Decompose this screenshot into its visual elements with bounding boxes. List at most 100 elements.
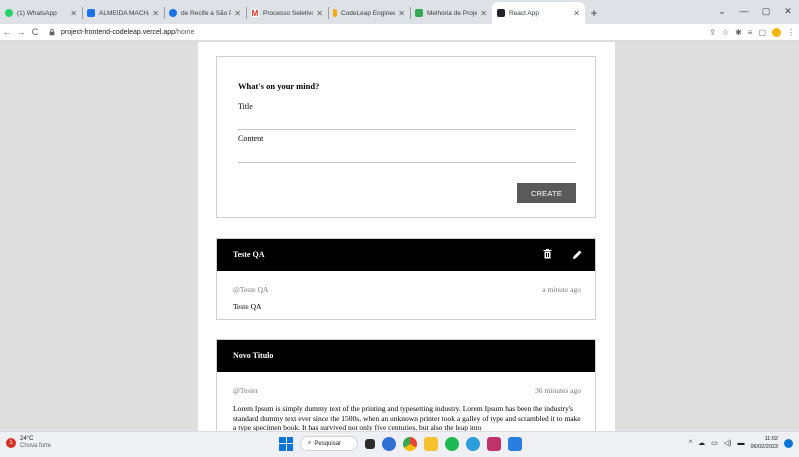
window-controls: ⌄ — ▢ ✕	[711, 0, 799, 22]
close-icon[interactable]: ✕	[480, 9, 487, 18]
tab-whatsapp[interactable]: (1) WhatsApp ✕	[0, 2, 82, 24]
tab-search-icon[interactable]: ⌄	[711, 6, 733, 17]
toolbar-icons: ⇪ ☆ ✱ ≡ ▢ ⋮	[709, 24, 795, 41]
tab-title: Processo Seletivo Co	[263, 9, 314, 17]
gmail-icon: M	[251, 8, 259, 18]
content-label: Content	[238, 134, 264, 143]
content-input[interactable]	[238, 162, 576, 163]
close-icon[interactable]: ✕	[234, 9, 241, 18]
new-tab-button[interactable]: +	[585, 2, 603, 24]
clock-time: 11:02	[764, 436, 778, 442]
tab-recife-sao-paulo[interactable]: de Recife a São Paulo ✕	[164, 2, 246, 24]
window-close-icon[interactable]: ✕	[777, 6, 799, 17]
app-icon[interactable]	[487, 436, 501, 451]
notification-icon[interactable]	[784, 438, 793, 448]
create-button[interactable]: CREATE	[517, 183, 576, 203]
react-icon	[497, 9, 505, 17]
globe-icon	[169, 9, 177, 17]
weather-alert-badge: 1	[6, 438, 16, 448]
title-input[interactable]	[238, 129, 576, 130]
post-content: Teste QA	[233, 302, 262, 311]
menu-icon[interactable]: ⋮	[787, 28, 795, 37]
reload-icon[interactable]: C	[28, 27, 42, 37]
edit-icon[interactable]	[569, 246, 585, 262]
post-time: 36 minutes ago	[535, 386, 581, 395]
new-post-form: What's on your mind? Title Content CREAT…	[216, 56, 596, 218]
title-label: Title	[238, 102, 253, 111]
display-icon[interactable]: ▭	[711, 439, 718, 447]
windows-start-icon[interactable]	[279, 436, 293, 451]
close-icon[interactable]: ✕	[573, 9, 580, 18]
clock-date: 06/02/2023	[750, 444, 778, 450]
post-header: Teste QA	[217, 239, 595, 271]
close-icon[interactable]: ✕	[398, 9, 405, 18]
weather-condition: Chuva forte	[20, 443, 52, 449]
tab-codeleap[interactable]: CodeLeap Engineerin ✕	[328, 2, 410, 24]
delete-icon[interactable]	[539, 246, 555, 262]
tab-react-app[interactable]: React App ✕	[492, 2, 585, 24]
temperature: 24°C	[20, 436, 34, 442]
page-viewport: What's on your mind? Title Content CREAT…	[0, 42, 799, 431]
tab-title: CodeLeap Engineerin	[341, 9, 396, 17]
tab-title: React App	[509, 9, 539, 17]
side-panel-icon[interactable]: ▢	[758, 28, 766, 37]
file-explorer-icon[interactable]	[424, 436, 438, 451]
main-column: What's on your mind? Title Content CREAT…	[198, 42, 615, 431]
search-icon: ⌕	[308, 440, 312, 446]
extensions-icon[interactable]: ✱	[735, 28, 742, 37]
minimize-icon[interactable]: —	[733, 6, 755, 16]
document-icon	[87, 9, 95, 17]
taskbar-search[interactable]: ⌕ Pesquisar	[300, 436, 358, 451]
profile-avatar[interactable]	[772, 28, 781, 37]
tab-processo-seletivo[interactable]: M Processo Seletivo Co ✕	[246, 2, 328, 24]
tab-title: (1) WhatsApp	[17, 9, 57, 17]
post-content: Lorem Ipsum is simply dummy text of the …	[233, 404, 581, 431]
task-view-icon[interactable]	[365, 438, 375, 449]
forward-icon[interactable]: →	[14, 27, 28, 37]
tab-almeida-machado[interactable]: ALMEIDA MACHADO ✕	[82, 2, 164, 24]
close-icon[interactable]: ✕	[70, 9, 77, 18]
app-icon[interactable]	[466, 436, 480, 451]
tab-title: de Recife a São Paulo	[181, 9, 232, 17]
tray-chevron-icon[interactable]: ^	[689, 440, 692, 447]
tab-title: Melhoria de Projeto	[427, 9, 478, 17]
tab-melhoria-projeto[interactable]: Melhoria de Projeto ✕	[410, 2, 492, 24]
taskbar-apps: ⌕ Pesquisar	[279, 436, 522, 451]
post-actions	[539, 246, 585, 262]
url-host: project-frontend-codeleap.vercel.app	[61, 28, 176, 36]
tab-title: ALMEIDA MACHADO	[99, 9, 149, 17]
share-icon[interactable]: ⇪	[709, 28, 716, 37]
post-title: Teste QA	[233, 250, 265, 259]
url-path: /home	[175, 28, 195, 36]
post-card: Teste QA @Teste QA a minute ago Teste QA	[216, 238, 596, 320]
address-bar-row: ← → C project-frontend-codeleap.vercel.a…	[0, 24, 799, 41]
maximize-icon[interactable]: ▢	[755, 6, 777, 17]
post-author: @Teste QA	[233, 285, 269, 294]
form-heading: What's on your mind?	[238, 81, 320, 91]
weather-widget[interactable]: 1 24°C Chuva forte	[6, 436, 51, 450]
store-icon[interactable]	[508, 436, 522, 451]
whatsapp-icon	[5, 9, 13, 17]
back-icon[interactable]: ←	[0, 27, 14, 37]
close-icon[interactable]: ✕	[152, 9, 159, 18]
weather-text: 24°C Chuva forte	[20, 436, 51, 450]
chat-icon[interactable]	[382, 436, 396, 451]
sheet-icon	[415, 9, 423, 17]
bookmark-star-icon[interactable]: ☆	[722, 28, 729, 37]
onedrive-icon[interactable]: ☁	[698, 439, 705, 447]
volume-icon[interactable]: ◁)	[724, 439, 732, 447]
url-input[interactable]: project-frontend-codeleap.vercel.app/hom…	[48, 26, 194, 39]
spotify-icon[interactable]	[445, 436, 459, 451]
battery-icon[interactable]: ▬	[737, 440, 744, 447]
reading-list-icon[interactable]: ≡	[748, 28, 753, 37]
system-tray: ^ ☁ ▭ ◁) ▬ 11:02 06/02/2023	[689, 435, 793, 451]
post-author: @Tester	[233, 386, 259, 395]
post-time: a minute ago	[542, 285, 581, 294]
post-header: Novo Titulo	[217, 340, 595, 372]
clock[interactable]: 11:02 06/02/2023	[750, 435, 778, 451]
chrome-icon[interactable]	[403, 436, 417, 451]
taskbar: 1 24°C Chuva forte ⌕ Pesquisar ^ ☁ ▭ ◁) …	[0, 431, 799, 457]
post-title: Novo Titulo	[233, 351, 274, 360]
close-icon[interactable]: ✕	[316, 9, 323, 18]
search-label: Pesquisar	[314, 440, 342, 447]
